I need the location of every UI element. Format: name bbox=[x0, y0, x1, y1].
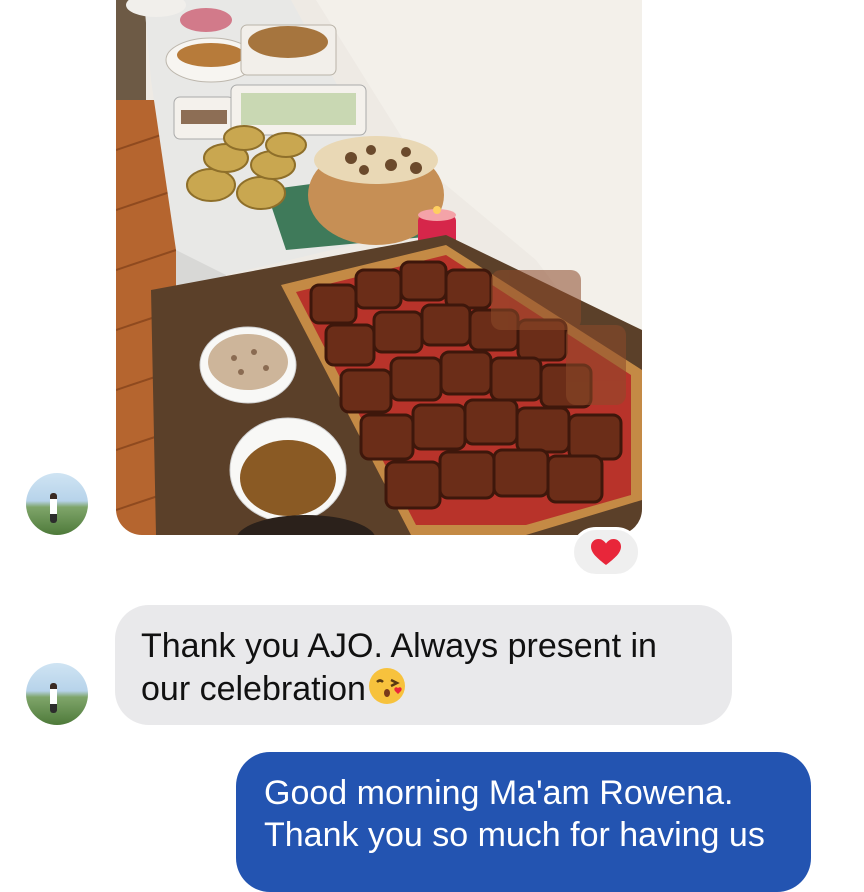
message-text-line: our celebration bbox=[141, 667, 706, 715]
kissing-face-emoji-icon bbox=[368, 667, 406, 715]
heart-reaction[interactable] bbox=[571, 527, 641, 577]
message-text-line: Thank you AJO. Always present in bbox=[141, 627, 657, 665]
message-text-line: Good morning Ma'am Rowena. bbox=[264, 774, 734, 812]
heart-icon bbox=[591, 538, 621, 565]
message-text: our celebration bbox=[141, 669, 366, 708]
incoming-message-bubble[interactable]: Thank you AJO. Always present in our cel… bbox=[115, 605, 732, 725]
sender-avatar[interactable] bbox=[26, 663, 88, 725]
message-text-line: Thank you so much for having us bbox=[264, 816, 765, 854]
sender-avatar[interactable] bbox=[26, 473, 88, 535]
shared-photo[interactable] bbox=[116, 0, 642, 535]
outgoing-message-bubble[interactable]: Good morning Ma'am Rowena. Thank you so … bbox=[236, 752, 811, 892]
